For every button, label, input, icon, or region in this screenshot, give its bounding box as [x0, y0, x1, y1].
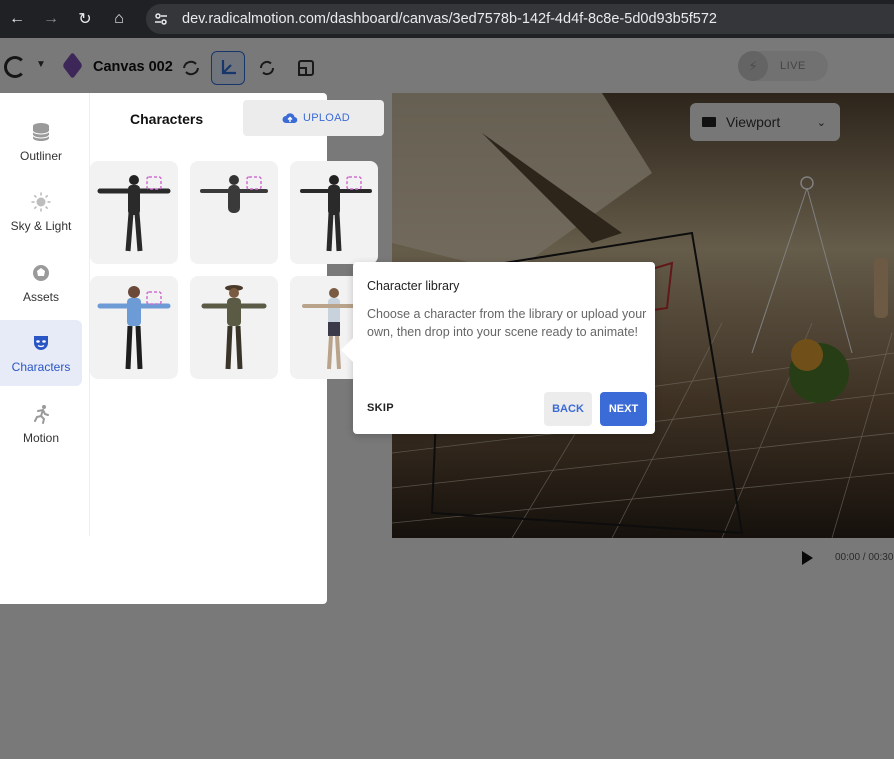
lightning-icon: ⚡: [738, 51, 768, 81]
sidebar-item-assets[interactable]: Assets: [0, 250, 82, 316]
site-settings-icon[interactable]: [146, 4, 176, 34]
sidebar-nav: Outliner Sky & Light Assets Characters M…: [0, 93, 90, 536]
app-logo-icon[interactable]: [4, 56, 26, 78]
character-card[interactable]: [90, 276, 178, 379]
play-icon[interactable]: [802, 551, 813, 565]
characters-panel: Outliner Sky & Light Assets Characters M…: [0, 93, 384, 604]
live-toggle[interactable]: ⚡ LIVE: [738, 51, 828, 81]
sidebar-item-label: Motion: [22, 431, 60, 445]
canvas-title[interactable]: Canvas 002: [93, 59, 173, 75]
app-toolbar: ▼ Canvas 002 ⚡ LIVE: [0, 38, 894, 93]
tooltip-arrow: [341, 338, 353, 362]
onboarding-tooltip: Character library Choose a character fro…: [341, 262, 655, 434]
sidebar-item-outliner[interactable]: Outliner: [0, 109, 82, 175]
face-scan-icon: [346, 176, 362, 190]
character-preview: [200, 175, 268, 213]
skip-button[interactable]: SKIP: [367, 402, 394, 414]
character-preview: [300, 175, 372, 252]
canvas-cube-icon: [62, 51, 83, 80]
character-preview: [97, 286, 171, 370]
sidebar-item-sky-light[interactable]: Sky & Light: [0, 179, 82, 245]
face-scan-icon: [246, 176, 262, 190]
chevron-down-icon[interactable]: ▼: [36, 59, 46, 70]
sidebar-item-label: Sky & Light: [10, 219, 72, 233]
chevron-down-icon: ⌄: [816, 116, 826, 129]
viewport-select[interactable]: Viewport ⌄: [690, 103, 840, 141]
face-scan-icon: [146, 291, 162, 305]
sidebar-item-motion[interactable]: Motion: [0, 391, 82, 457]
assets-icon: [30, 262, 52, 284]
character-preview: [97, 175, 171, 252]
character-card[interactable]: [190, 161, 278, 264]
character-preview: [201, 285, 267, 370]
transform-axis-icon[interactable]: [211, 51, 245, 85]
upload-label: UPLOAD: [303, 112, 351, 124]
timeline-time: 00:00 / 00:30: [835, 552, 894, 563]
back-button[interactable]: BACK: [544, 392, 592, 426]
forward-arrow-icon[interactable]: →: [34, 0, 68, 38]
cloud-upload-icon: [282, 113, 298, 124]
tooltip-title: Character library: [367, 279, 460, 293]
monitor-icon: [702, 117, 716, 127]
character-card[interactable]: [190, 276, 278, 379]
mask-icon: [30, 332, 52, 354]
address-bar[interactable]: dev.radicalmotion.com/dashboard/canvas/3…: [146, 4, 894, 34]
sidebar-item-characters[interactable]: Characters: [0, 320, 82, 386]
scale-icon[interactable]: [289, 51, 323, 85]
sun-icon: [30, 191, 52, 213]
database-icon: [30, 121, 52, 143]
next-button[interactable]: NEXT: [600, 392, 647, 426]
upload-button[interactable]: UPLOAD: [243, 100, 384, 136]
reload-icon[interactable]: ↻: [68, 0, 102, 38]
rotate-icon[interactable]: [250, 51, 284, 85]
sync-icon[interactable]: [174, 51, 208, 85]
running-person-icon: [30, 403, 52, 425]
url-text: dev.radicalmotion.com/dashboard/canvas/3…: [182, 11, 717, 27]
browser-toolbar: ← → ↻ ⌂ dev.radicalmotion.com/dashboard/…: [0, 0, 894, 38]
face-scan-icon: [146, 176, 162, 190]
character-card[interactable]: [290, 161, 378, 264]
sidebar-item-label: Assets: [22, 290, 59, 304]
library-title: Characters: [130, 111, 204, 127]
tooltip-body: Choose a character from the library or u…: [367, 307, 647, 339]
live-label: LIVE: [780, 60, 806, 72]
back-arrow-icon[interactable]: ←: [0, 0, 34, 38]
home-icon[interactable]: ⌂: [102, 0, 136, 38]
character-card[interactable]: [90, 161, 178, 264]
sidebar-item-label: Characters: [11, 360, 71, 374]
sidebar-item-label: Outliner: [19, 149, 63, 163]
viewport-select-label: Viewport: [726, 114, 781, 130]
